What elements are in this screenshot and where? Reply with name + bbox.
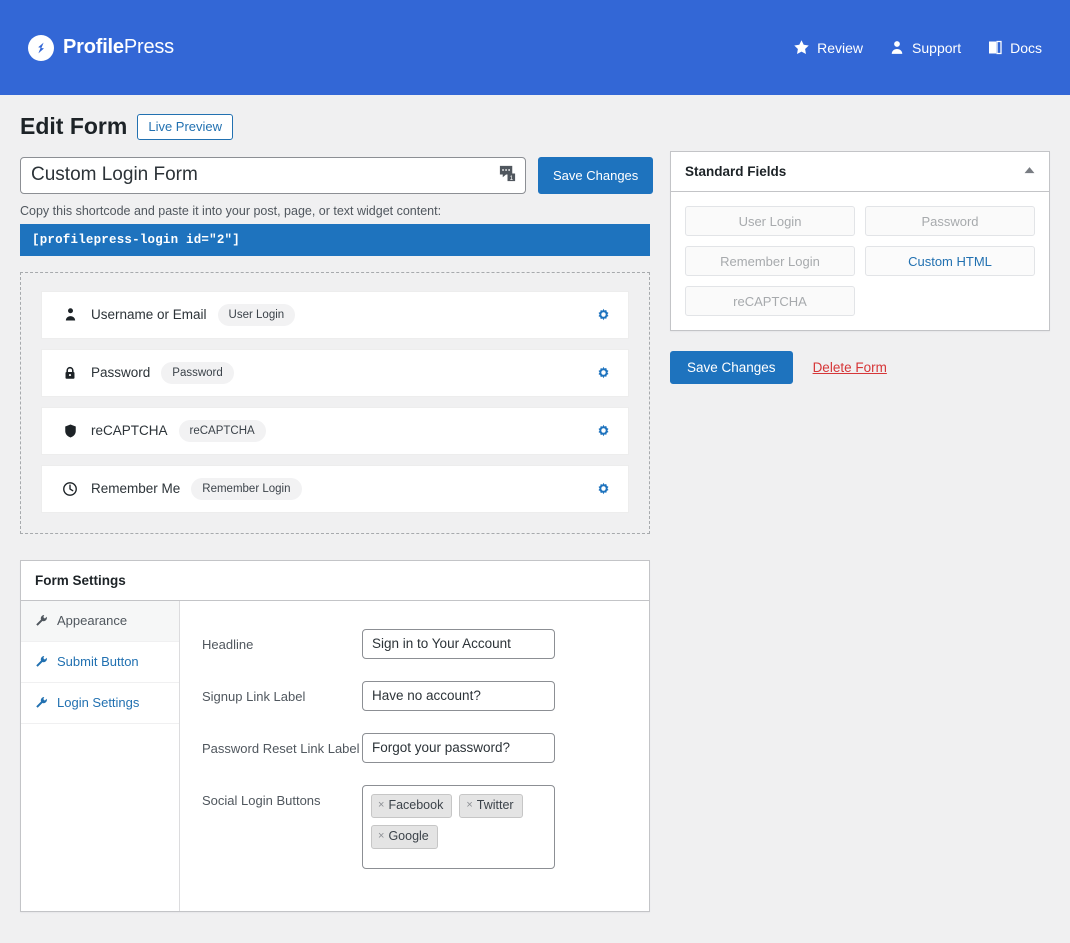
standard-fields-list: User Login Password Remember Login Custo… bbox=[671, 192, 1049, 330]
wrench-icon bbox=[35, 655, 48, 668]
social-login-tag-input[interactable]: × Facebook × Twitter × Google bbox=[362, 784, 555, 869]
profilepress-logo-icon bbox=[28, 34, 54, 61]
appearance-settings-fields: Headline Signup Link Label Password Rese… bbox=[180, 601, 649, 911]
tab-submit-button[interactable]: Submit Button bbox=[21, 642, 179, 683]
book-icon bbox=[987, 39, 1003, 56]
signup-link-label-input[interactable] bbox=[362, 680, 555, 711]
form-name-row: 1 Save Changes bbox=[20, 156, 654, 194]
live-preview-button[interactable]: Live Preview bbox=[137, 113, 234, 140]
setting-label: Signup Link Label bbox=[202, 688, 306, 704]
setting-row-signup-link-label: Signup Link Label bbox=[202, 680, 649, 711]
form-field-type-tag: Remember Login bbox=[191, 477, 302, 500]
form-field-row-user-login[interactable]: Username or Email User Login bbox=[41, 290, 629, 339]
setting-row-password-reset-link-label: Password Reset Link Label bbox=[202, 732, 649, 763]
setting-label: Social Login Buttons bbox=[202, 792, 321, 808]
form-field-label: Remember Me bbox=[91, 481, 181, 497]
user-icon bbox=[60, 307, 80, 322]
right-column: Standard Fields User Login Password Reme… bbox=[670, 113, 1050, 384]
nav-support[interactable]: Support bbox=[889, 39, 961, 56]
remove-tag-icon[interactable]: × bbox=[466, 799, 472, 812]
nav-docs-label: Docs bbox=[1010, 39, 1042, 56]
form-settings-panel: Form Settings Appearance Submit Button L… bbox=[20, 559, 650, 912]
page-title: Edit Form bbox=[20, 113, 128, 139]
social-tag-twitter[interactable]: × Twitter bbox=[459, 793, 523, 818]
user-icon bbox=[889, 39, 905, 56]
shortcode-help-text: Copy this shortcode and paste it into yo… bbox=[20, 203, 442, 218]
shield-icon bbox=[60, 423, 80, 439]
tab-login-settings[interactable]: Login Settings bbox=[21, 683, 179, 724]
shortcode-display[interactable]: [profilepress-login id="2"] bbox=[20, 223, 650, 256]
standard-field-custom-html[interactable]: Custom HTML bbox=[865, 246, 1035, 276]
headline-input[interactable] bbox=[362, 628, 555, 659]
setting-row-social-login-buttons: Social Login Buttons × Facebook × Twitte… bbox=[202, 784, 649, 869]
brand-logo: ProfilePress bbox=[28, 34, 174, 61]
star-icon bbox=[793, 39, 810, 56]
brand-name-light: Press bbox=[123, 36, 174, 58]
right-column-actions: Save Changes Delete Form bbox=[670, 351, 1050, 384]
form-fields-dropzone[interactable]: Username or Email User Login Password Pa… bbox=[20, 271, 650, 534]
social-tag-facebook[interactable]: × Facebook bbox=[371, 793, 453, 818]
nav-support-label: Support bbox=[912, 39, 962, 56]
setting-label: Headline bbox=[202, 636, 254, 652]
form-field-label: Username or Email bbox=[91, 307, 207, 323]
gear-icon[interactable] bbox=[595, 422, 612, 439]
form-field-row-recaptcha[interactable]: reCAPTCHA reCAPTCHA bbox=[41, 406, 629, 455]
form-field-label: reCAPTCHA bbox=[91, 423, 168, 439]
tab-submit-button-label: Submit Button bbox=[57, 654, 139, 670]
tab-login-settings-label: Login Settings bbox=[57, 695, 140, 711]
setting-row-headline: Headline bbox=[202, 628, 649, 659]
standard-field-remember-login[interactable]: Remember Login bbox=[685, 246, 855, 276]
content-columns: Edit Form Live Preview 1 bbox=[20, 113, 1050, 912]
form-field-type-tag: Password bbox=[161, 361, 234, 384]
form-name-wrapper: 1 bbox=[20, 156, 526, 194]
page-content: Edit Form Live Preview 1 bbox=[0, 95, 1070, 912]
form-name-input[interactable] bbox=[20, 156, 526, 194]
app-header: ProfilePress Review Support Docs bbox=[0, 0, 1070, 95]
wrench-icon bbox=[35, 614, 48, 627]
save-changes-top-button[interactable]: Save Changes bbox=[538, 156, 654, 194]
save-changes-button[interactable]: Save Changes bbox=[670, 351, 793, 384]
nav-review[interactable]: Review bbox=[793, 39, 863, 56]
header-nav: Review Support Docs bbox=[793, 39, 1042, 56]
form-settings-title: Form Settings bbox=[35, 572, 126, 588]
remove-tag-icon[interactable]: × bbox=[378, 830, 384, 843]
standard-field-user-login[interactable]: User Login bbox=[685, 206, 855, 236]
form-settings-header: Form Settings bbox=[21, 561, 649, 601]
social-tag-label: Google bbox=[388, 828, 429, 843]
form-field-row-password[interactable]: Password Password bbox=[41, 348, 629, 397]
standard-fields-title: Standard Fields bbox=[685, 164, 787, 179]
standard-fields-header[interactable]: Standard Fields bbox=[671, 152, 1049, 192]
nav-docs[interactable]: Docs bbox=[987, 39, 1042, 56]
standard-field-password[interactable]: Password bbox=[865, 206, 1035, 236]
lock-icon bbox=[60, 365, 80, 381]
form-settings-body: Appearance Submit Button Login Settings … bbox=[21, 600, 649, 911]
brand-name: ProfilePress bbox=[63, 36, 174, 59]
nav-review-label: Review bbox=[817, 39, 864, 56]
password-reset-link-label-input[interactable] bbox=[362, 732, 555, 763]
social-tag-google[interactable]: × Google bbox=[371, 824, 438, 849]
gear-icon[interactable] bbox=[595, 364, 612, 381]
wrench-icon bbox=[35, 696, 48, 709]
caret-up-icon[interactable] bbox=[1024, 166, 1035, 177]
gear-icon[interactable] bbox=[595, 306, 612, 323]
form-settings-tablist: Appearance Submit Button Login Settings bbox=[21, 600, 180, 911]
page-title-row: Edit Form Live Preview bbox=[20, 113, 650, 141]
form-field-type-tag: reCAPTCHA bbox=[178, 419, 266, 442]
setting-label: Password Reset Link Label bbox=[202, 740, 360, 756]
social-tag-label: Twitter bbox=[476, 797, 514, 812]
form-field-type-tag: User Login bbox=[217, 303, 296, 326]
form-field-row-remember-me[interactable]: Remember Me Remember Login bbox=[41, 464, 629, 513]
clock-icon bbox=[60, 481, 80, 497]
delete-form-link[interactable]: Delete Form bbox=[813, 360, 887, 375]
standard-fields-panel: Standard Fields User Login Password Reme… bbox=[670, 151, 1050, 331]
remove-tag-icon[interactable]: × bbox=[378, 799, 384, 812]
tab-appearance[interactable]: Appearance bbox=[21, 600, 179, 642]
form-field-label: Password bbox=[91, 365, 151, 381]
brand-name-bold: Profile bbox=[63, 36, 124, 58]
left-column: Edit Form Live Preview 1 bbox=[20, 113, 654, 912]
standard-field-recaptcha[interactable]: reCAPTCHA bbox=[685, 286, 855, 316]
tab-appearance-label: Appearance bbox=[57, 613, 128, 629]
gear-icon[interactable] bbox=[595, 480, 612, 497]
social-tag-label: Facebook bbox=[388, 797, 444, 812]
